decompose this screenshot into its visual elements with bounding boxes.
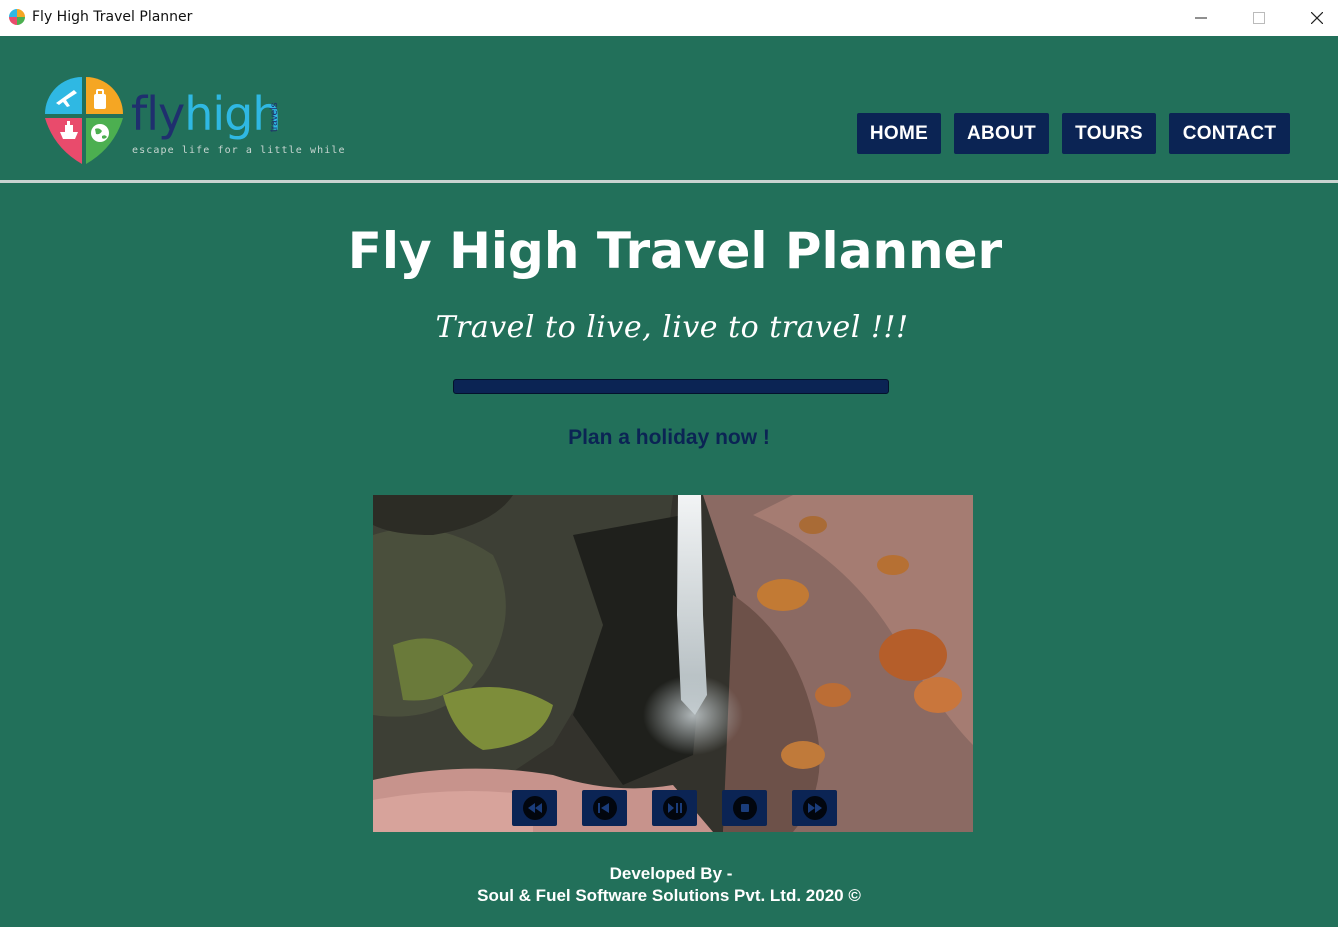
footer-company: Soul & Fuel Software Solutions Pvt. Ltd.… <box>477 886 861 905</box>
title-divider-bar <box>453 379 889 394</box>
logo-wordmark: flyhigh <box>131 87 282 141</box>
logo-word-high: high <box>184 87 281 141</box>
minimize-icon <box>1195 17 1207 19</box>
close-button[interactable] <box>1288 0 1338 36</box>
step-back-button[interactable] <box>582 790 627 826</box>
maximize-button[interactable] <box>1230 0 1288 36</box>
rewind-icon <box>527 803 542 813</box>
logo-pin-icon <box>45 77 123 164</box>
tagline: Travel to live, live to travel !!! <box>435 310 909 345</box>
rewind-button[interactable] <box>512 790 557 826</box>
nav-contact-button[interactable]: CONTACT <box>1169 113 1290 154</box>
waterfall-video-frame <box>373 495 973 832</box>
logo-word-fly: fly <box>131 87 185 141</box>
fast-forward-button[interactable] <box>792 790 837 826</box>
window-title: Fly High Travel Planner <box>32 9 193 25</box>
play-pause-icon <box>667 803 682 813</box>
stop-button[interactable] <box>722 790 767 826</box>
window-titlebar: Fly High Travel Planner <box>0 0 1338 36</box>
header-divider <box>0 180 1338 183</box>
close-icon <box>1311 12 1323 24</box>
logo-vertical-text: travels <box>269 102 280 132</box>
stop-icon <box>740 804 749 812</box>
fly-high-logo[interactable]: flyhigh travels escape life for a little… <box>44 76 345 168</box>
step-back-icon <box>597 803 609 813</box>
play-pause-button[interactable] <box>652 790 697 826</box>
minimize-button[interactable] <box>1172 0 1230 36</box>
maximize-icon <box>1253 12 1265 24</box>
video-player[interactable] <box>373 495 973 832</box>
globe-icon <box>91 124 109 142</box>
nav-about-button[interactable]: ABOUT <box>954 113 1049 154</box>
nav-home-button[interactable]: HOME <box>857 113 941 154</box>
fast-forward-icon <box>807 803 822 813</box>
footer-developed-by: Developed By - <box>609 864 733 883</box>
logo-tagline: escape life for a little while <box>132 145 346 156</box>
fly-high-app-icon <box>9 9 25 25</box>
nav-tours-button[interactable]: TOURS <box>1062 113 1156 154</box>
page-title: Fly High Travel Planner <box>347 222 1003 280</box>
plan-holiday-link[interactable]: Plan a holiday now ! <box>0 426 1338 450</box>
